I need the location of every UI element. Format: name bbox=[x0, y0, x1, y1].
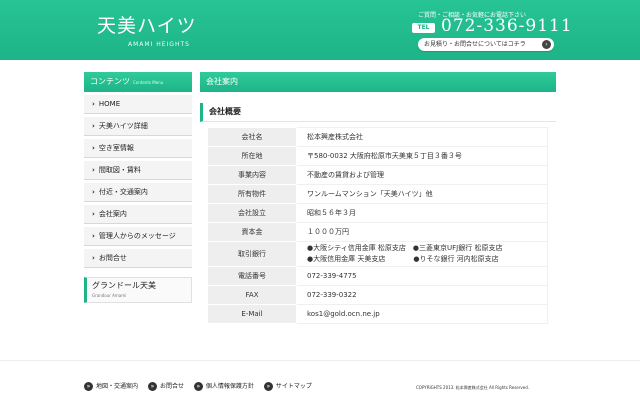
nav-item-details[interactable]: 天美ハイツ詳細 bbox=[84, 117, 192, 136]
company-info-table: 会社名 松本興産株式会社 所在地 〒580-0032 大阪府松原市天美東５丁目３番３… bbox=[207, 127, 548, 324]
row-label: 会社設立 bbox=[207, 203, 297, 223]
row-label: 資本金 bbox=[207, 222, 297, 242]
table-row: 電話番号 072-339-4775 bbox=[207, 266, 548, 286]
row-value: 〒580-0032 大阪府松原市天美東５丁目３番３号 bbox=[296, 146, 548, 166]
row-value: １０００万円 bbox=[296, 222, 548, 242]
row-label: E-Mail bbox=[207, 304, 297, 324]
nav-item-access[interactable]: 付近・交通案内 bbox=[84, 183, 192, 202]
footer-link-contact[interactable]: » お問合せ bbox=[147, 381, 184, 391]
header: 天美ハイツ AMAMI HEIGHTS ご質問・ご相談・お気軽にお電話下さい T… bbox=[0, 0, 640, 60]
site-logo[interactable]: 天美ハイツ bbox=[97, 11, 197, 38]
row-value[interactable]: kos1@gold.ocn.ne.jp bbox=[296, 304, 548, 324]
table-row: 事業内容 不動産の賃貸および管理 bbox=[207, 165, 548, 185]
arrow-right-icon: › bbox=[542, 40, 551, 49]
nav-item-floorplan[interactable]: 間取図・賃料 bbox=[84, 161, 192, 180]
table-row: E-Mail kos1@gold.ocn.ne.jp bbox=[207, 304, 548, 324]
section-heading: 会社概要 bbox=[200, 103, 556, 122]
row-label: FAX bbox=[207, 285, 297, 305]
table-row: 会社設立 昭和５６年３月 bbox=[207, 203, 548, 223]
table-row: 所在地 〒580-0032 大阪府松原市天美東５丁目３番３号 bbox=[207, 146, 548, 166]
footer-link-label: サイトマップ bbox=[275, 383, 312, 390]
nav-item-home[interactable]: HOME bbox=[84, 95, 192, 114]
row-label: 事業内容 bbox=[207, 165, 297, 185]
sidebar: コンテンツContents Menu HOME 天美ハイツ詳細 空き室情報 間取… bbox=[84, 72, 192, 303]
inquiry-button[interactable]: お見積り・お問合せについてはコチラ › bbox=[418, 38, 554, 51]
table-row: 所有物件 ワンルームマンション「天美ハイツ」他 bbox=[207, 184, 548, 204]
table-row: 会社名 松本興産株式会社 bbox=[207, 127, 548, 147]
sidebar-title: コンテンツ Contents Menu bbox=[84, 72, 192, 92]
footer-link-label: 個人情報保護方針 bbox=[205, 383, 254, 390]
nav-item-message[interactable]: 管理人からのメッセージ bbox=[84, 227, 192, 246]
row-value: 不動産の賃貸および管理 bbox=[296, 165, 548, 185]
site-logo-subtitle: AMAMI HEIGHTS bbox=[128, 41, 190, 48]
grandour-banner[interactable]: グランドール天美 Grandour Amami bbox=[84, 277, 192, 303]
banner-subtitle: Grandour Amami bbox=[92, 293, 127, 298]
arrow-right-icon: » bbox=[263, 382, 273, 391]
page-title: 会社案内 bbox=[200, 72, 556, 92]
row-value: ワンルームマンション「天美ハイツ」他 bbox=[296, 184, 548, 204]
footer-link-privacy[interactable]: » 個人情報保護方針 bbox=[193, 381, 254, 391]
footer-link-label: 地図・交通案内 bbox=[96, 383, 139, 390]
banner-title: グランドール天美 bbox=[92, 281, 156, 290]
table-row: 資本金 １０００万円 bbox=[207, 222, 548, 242]
bank-line-1: ●大阪シティ信用金庫 松原支店 ●三菱東京UFJ銀行 松原支店 bbox=[307, 244, 503, 252]
row-value: 昭和５６年３月 bbox=[296, 203, 548, 223]
row-value-banks: ●大阪シティ信用金庫 松原支店 ●三菱東京UFJ銀行 松原支店 ●大阪信用金庫 … bbox=[296, 241, 548, 267]
row-label: 所有物件 bbox=[207, 184, 297, 204]
arrow-right-icon: » bbox=[193, 382, 203, 391]
arrow-right-icon: » bbox=[84, 382, 93, 391]
copyright: COPYRIGHTS 2013. 松本興産株式会社 All Rights Res… bbox=[416, 385, 530, 390]
row-label: 取引銀行 bbox=[207, 241, 297, 267]
nav-item-vacancy[interactable]: 空き室情報 bbox=[84, 139, 192, 158]
inquiry-label: お見積り・お問合せについてはコチラ bbox=[424, 41, 526, 48]
footer-link-label: お問合せ bbox=[159, 383, 184, 390]
footer: » 地図・交通案内 » お問合せ » 個人情報保護方針 » サイトマップ COPYRIG… bbox=[0, 360, 640, 401]
row-label: 会社名 bbox=[207, 127, 297, 147]
sidebar-title-en: Contents Menu bbox=[133, 80, 164, 85]
row-label: 所在地 bbox=[207, 146, 297, 166]
tel-number: 072-336-9111 bbox=[441, 16, 573, 36]
bank-line-2: ●大阪信用金庫 天美支店 ●りそな銀行 河内松原支店 bbox=[307, 255, 499, 263]
row-value: 072-339-0322 bbox=[296, 285, 548, 305]
table-row: FAX 072-339-0322 bbox=[207, 285, 548, 305]
nav-item-company[interactable]: 会社案内 bbox=[84, 205, 192, 224]
table-row-banks: 取引銀行 ●大阪シティ信用金庫 松原支店 ●三菱東京UFJ銀行 松原支店 ●大阪… bbox=[207, 241, 548, 267]
arrow-right-icon: » bbox=[147, 382, 157, 391]
footer-link-access[interactable]: » 地図・交通案内 bbox=[84, 381, 138, 391]
main-content: 会社案内 会社概要 会社名 松本興産株式会社 所在地 〒580-0032 大阪府松原… bbox=[200, 72, 556, 324]
row-label: 電話番号 bbox=[207, 266, 297, 286]
footer-links: » 地図・交通案内 » お問合せ » 個人情報保護方針 » サイトマップ bbox=[84, 381, 320, 391]
tel-badge: TEL bbox=[412, 23, 435, 33]
sidebar-title-text: コンテンツ bbox=[90, 77, 130, 86]
row-value: 松本興産株式会社 bbox=[296, 127, 548, 147]
nav-item-contact[interactable]: お問合せ bbox=[84, 249, 192, 268]
row-value: 072-339-4775 bbox=[296, 266, 548, 286]
footer-link-sitemap[interactable]: » サイトマップ bbox=[263, 381, 312, 391]
